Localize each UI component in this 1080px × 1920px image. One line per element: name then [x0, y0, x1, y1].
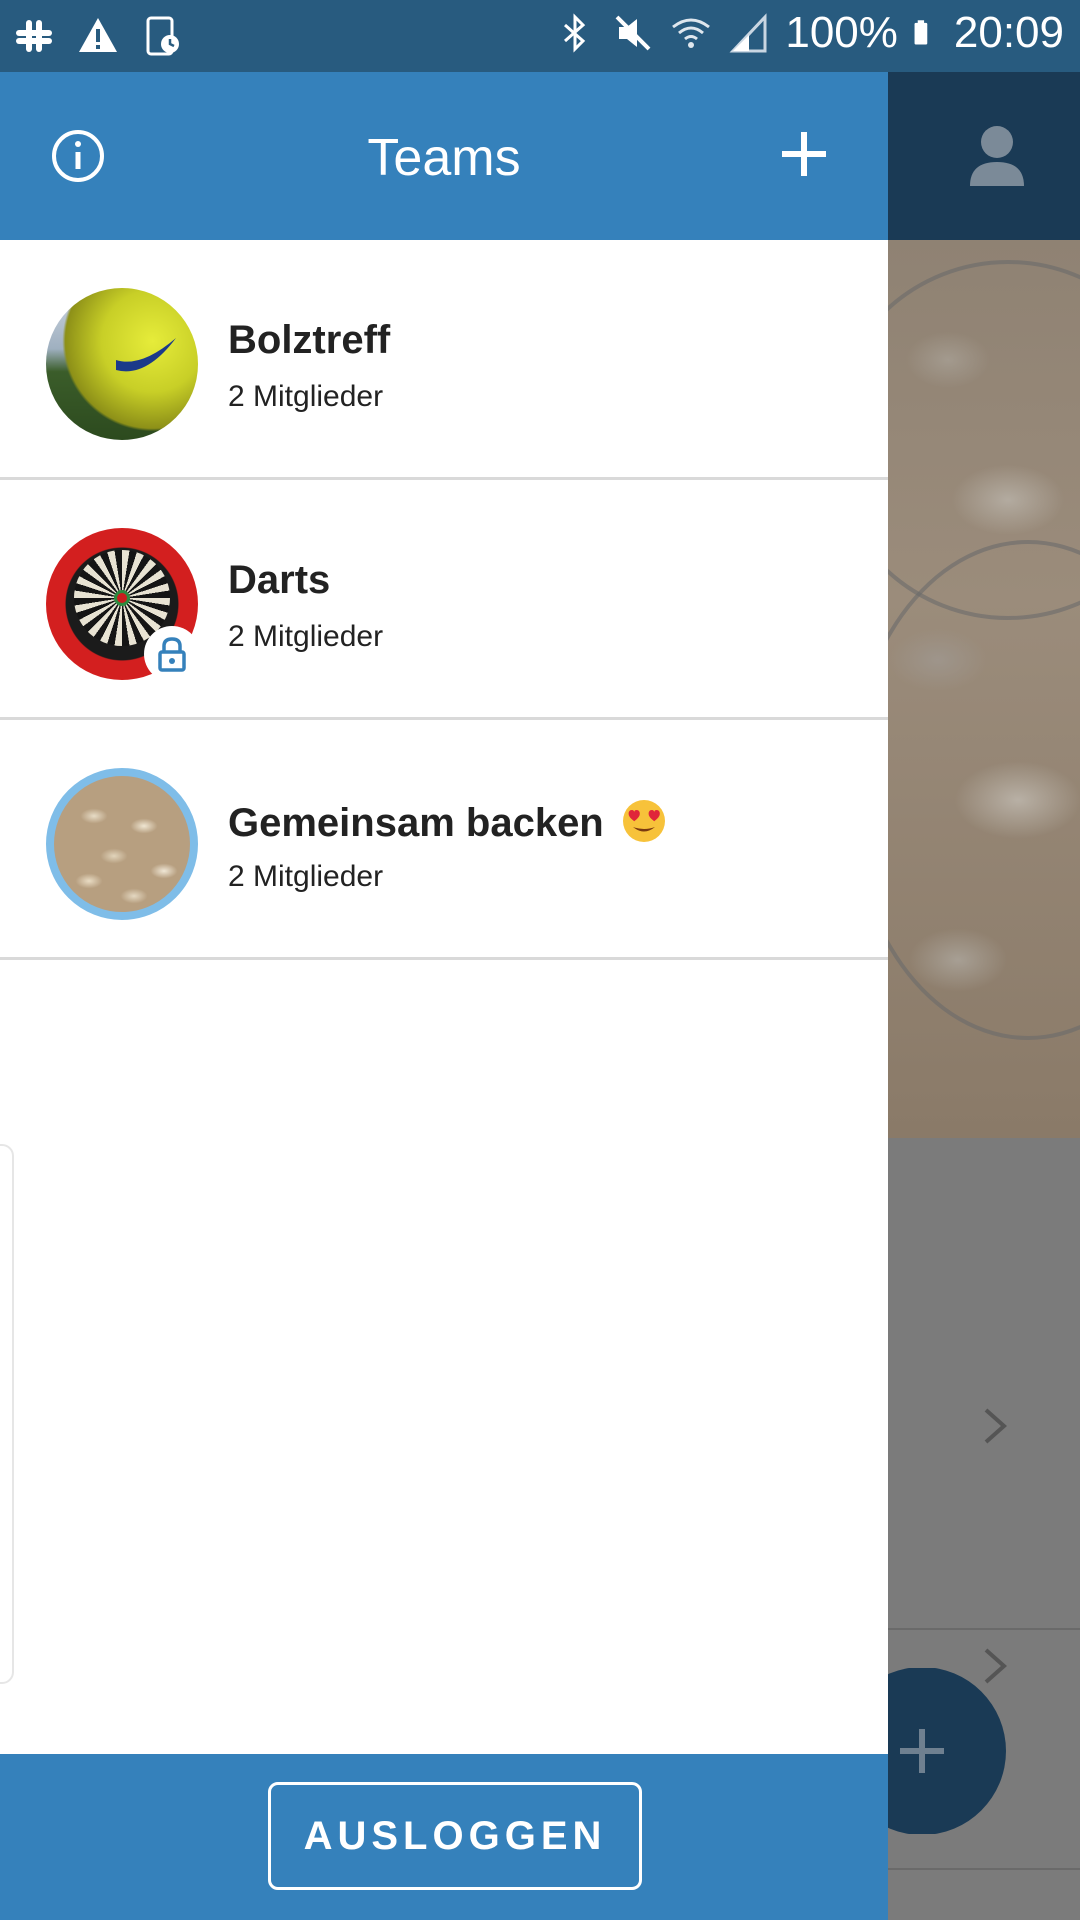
- slack-icon: [16, 20, 52, 52]
- ball-swoosh-icon: [116, 338, 176, 372]
- lock-icon: [158, 637, 186, 672]
- lock-badge: [144, 626, 200, 682]
- mute-icon: [615, 15, 651, 51]
- background-screen: [888, 72, 1080, 1920]
- hero-photo: [888, 240, 1080, 1138]
- dartboard-bullseye: [114, 590, 130, 606]
- device-icon: [146, 16, 179, 56]
- heart-eyes-emoji: [622, 800, 665, 842]
- team-avatar: [46, 768, 198, 920]
- warning-icon: [79, 18, 117, 52]
- signal-icon: [729, 13, 767, 53]
- drawer-title: Teams: [367, 129, 521, 187]
- team-name: Darts: [228, 558, 331, 602]
- add-fab[interactable]: [888, 1668, 1006, 1834]
- clock: 20:09: [953, 8, 1064, 57]
- team-members: 2 Mitglieder: [228, 860, 384, 893]
- drawer-footer: AUSLOGGEN: [0, 1754, 888, 1920]
- team-members: 2 Mitglieder: [228, 380, 384, 413]
- drawer-header: Teams: [0, 72, 888, 240]
- side-tab: [0, 1144, 14, 1684]
- chevron-right-icon: [984, 1408, 1008, 1444]
- logout-button[interactable]: AUSLOGGEN: [268, 1782, 642, 1890]
- team-avatar: [46, 288, 198, 440]
- team-row-gemeinsam-backen[interactable]: Gemeinsam backen 2 Mitglieder: [0, 720, 888, 960]
- team-name: Gemeinsam backen: [228, 798, 667, 846]
- team-members: 2 Mitglieder: [228, 620, 384, 653]
- wifi-icon: [672, 18, 711, 48]
- background-header: [888, 72, 1080, 240]
- battery-percent: 100%: [785, 8, 898, 57]
- plus-icon[interactable]: [780, 130, 828, 178]
- team-list: Bolztreff 2 Mitglieder Darts 2 Mitgliede…: [0, 240, 888, 960]
- battery-icon: [914, 20, 928, 45]
- teams-drawer: Teams Bolztreff 2 Mitglieder Darts 2 Mit…: [0, 72, 888, 1920]
- team-row-bolztreff[interactable]: Bolztreff 2 Mitglieder: [0, 240, 888, 480]
- team-row-darts[interactable]: Darts 2 Mitglieder: [0, 480, 888, 720]
- profile-icon[interactable]: [968, 124, 1026, 186]
- bluetooth-icon: [564, 13, 586, 53]
- team-name: Bolztreff: [228, 318, 391, 362]
- team-name-text: Gemeinsam backen: [228, 801, 604, 845]
- status-bar: 100% 20:09: [0, 0, 1080, 72]
